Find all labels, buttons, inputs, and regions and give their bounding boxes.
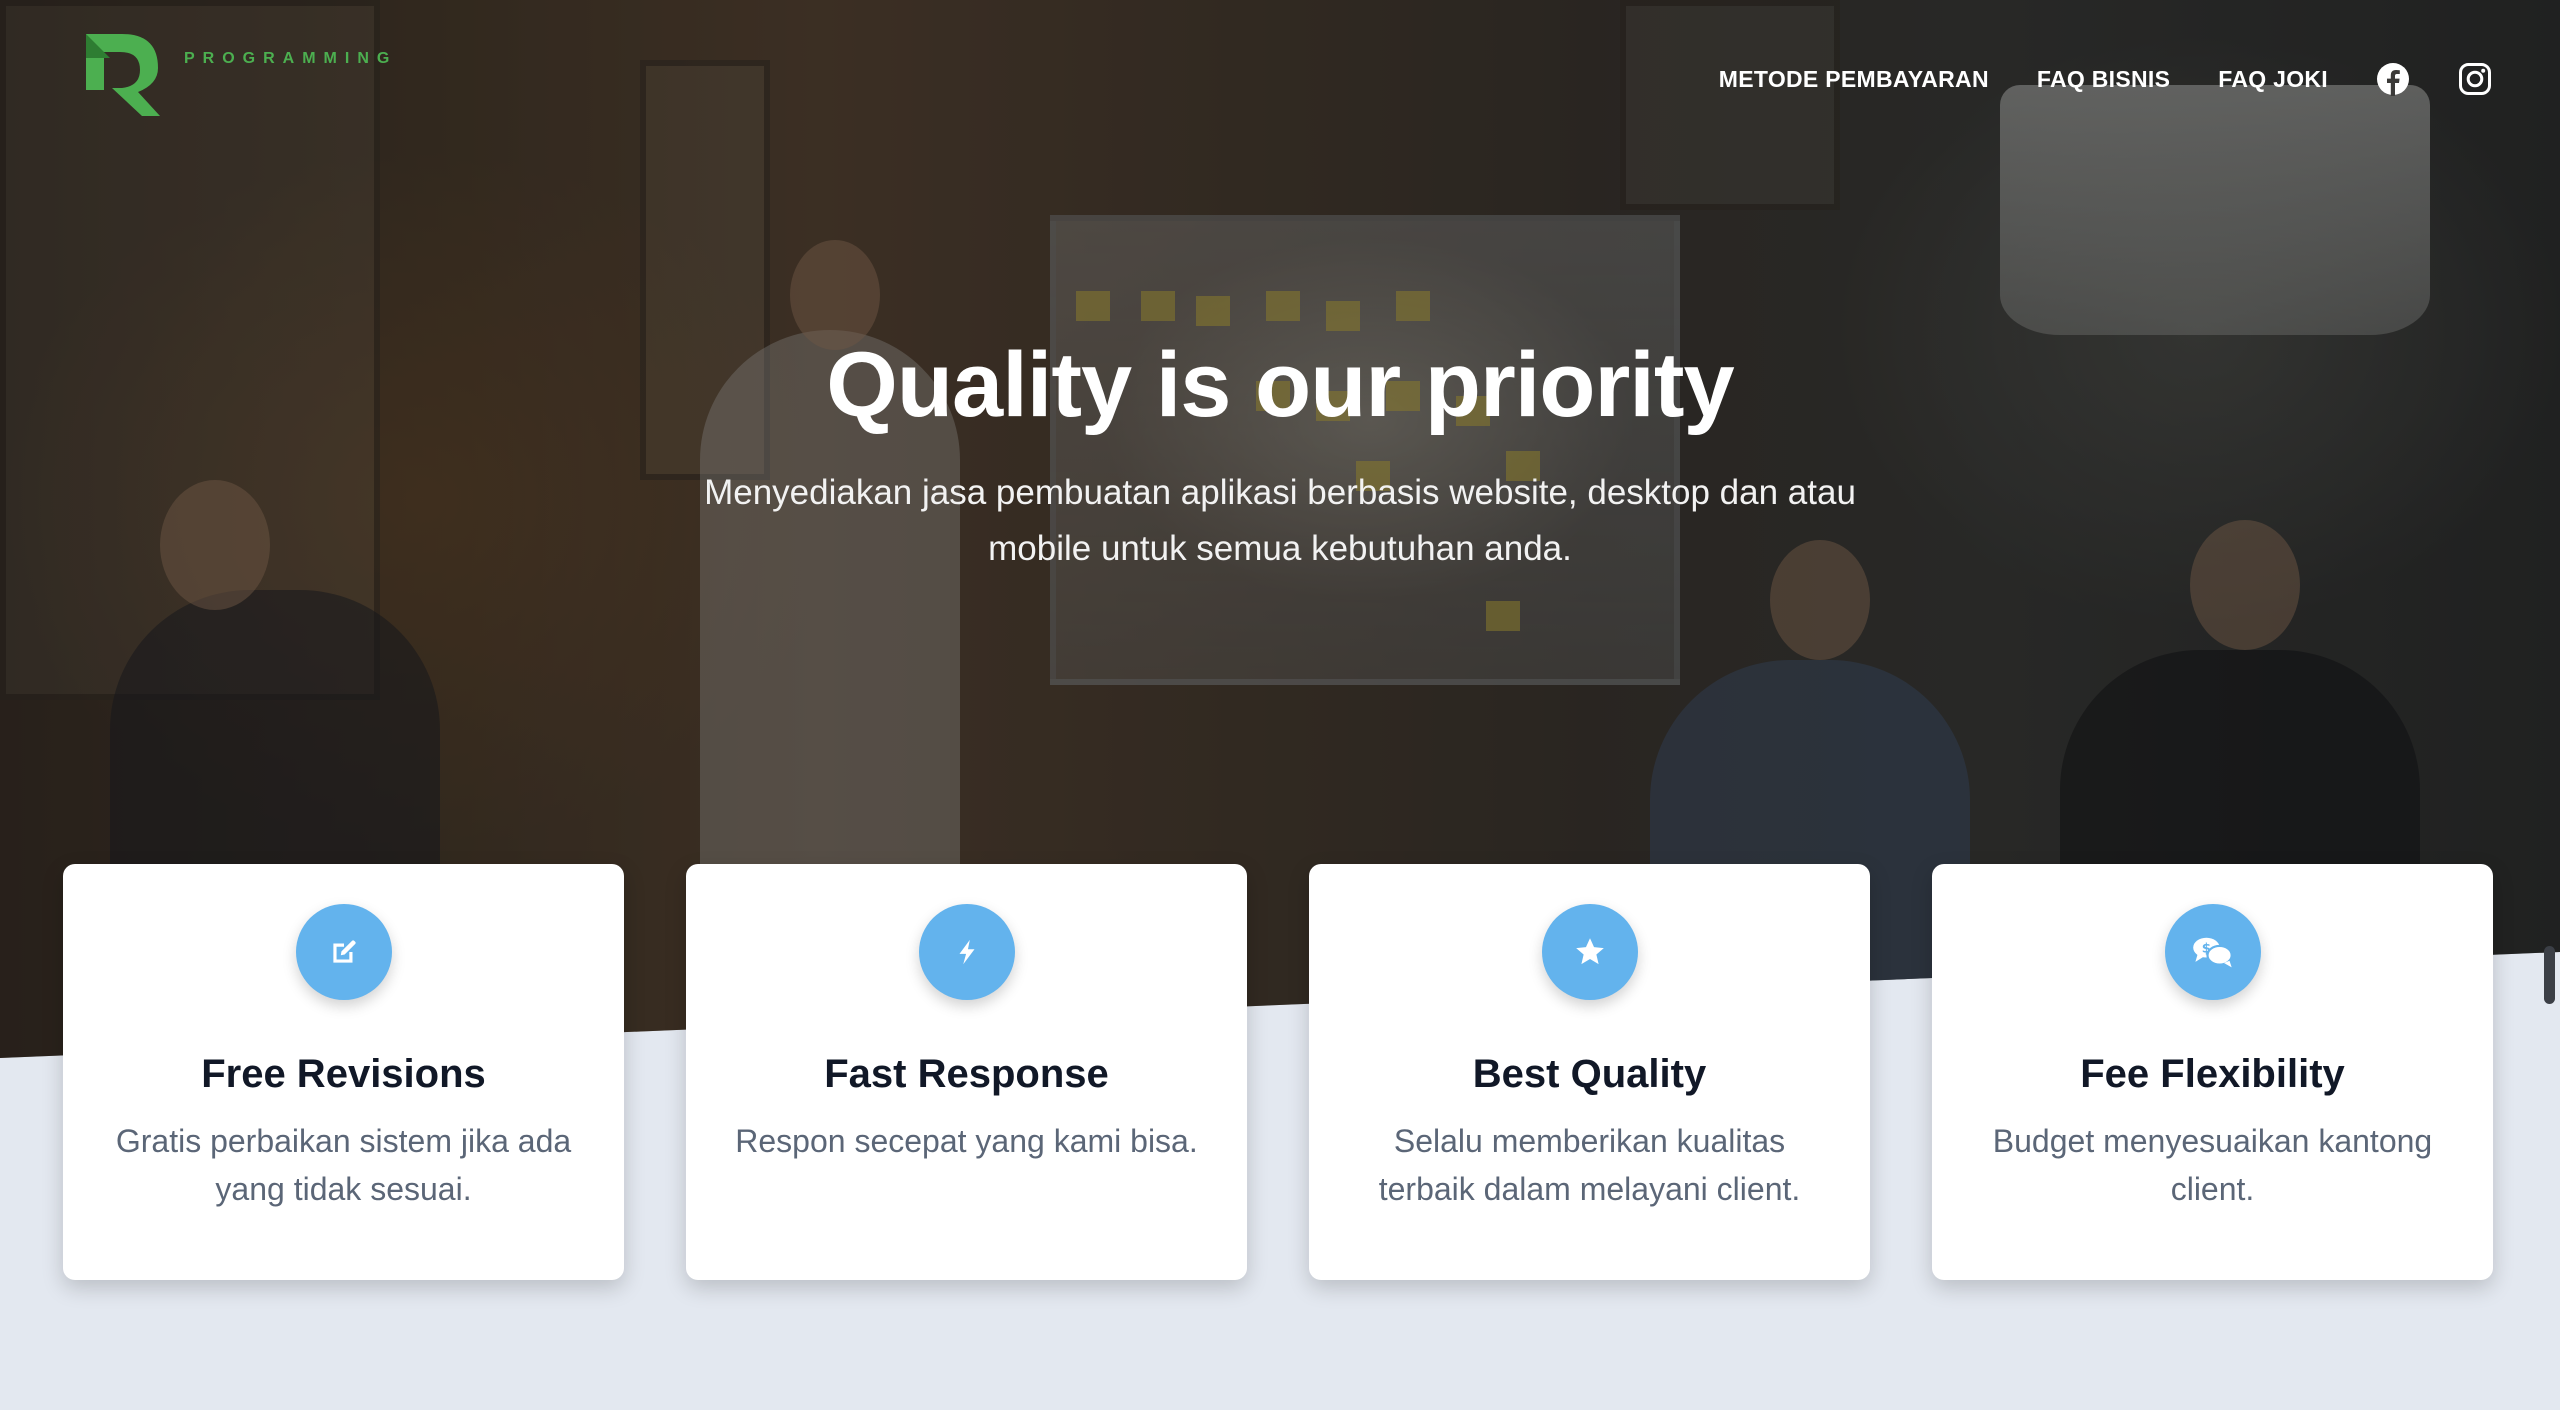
logo-text: PROGRAMMING (184, 50, 398, 67)
brand-logo[interactable]: PROGRAMMING (82, 28, 397, 118)
hero-subtitle: Menyediakan jasa pembuatan aplikasi berb… (704, 473, 1856, 568)
feature-text: Respon secepat yang kami bisa. (735, 1123, 1198, 1159)
star-icon (1541, 904, 1638, 1000)
scrollbar-thumb[interactable] (2544, 946, 2555, 1004)
chat-dollar-icon: $ (2164, 904, 2261, 1000)
feature-card-fast-response: Fast Response Respon secepat yang kami b… (686, 864, 1247, 1280)
feature-text: Gratis perbaikan sistem jika ada yang ti… (115, 1123, 572, 1207)
svg-text:$: $ (2201, 942, 2210, 957)
nav-link-metode-pembayaran[interactable]: METODE PEMBAYARAN (1719, 66, 1989, 93)
logo-mark-icon (86, 34, 160, 116)
feature-text: Selalu memberikan kualitas terbaik dalam… (1378, 1123, 1801, 1207)
nav-link-faq-bisnis[interactable]: FAQ BISNIS (2037, 66, 2170, 93)
hero-title: Quality is our priority (826, 334, 1734, 436)
feature-card-free-revisions: Free Revisions Gratis perbaikan sistem j… (63, 864, 624, 1280)
page-scrollbar[interactable] (2538, 0, 2560, 1410)
feature-title: Free Revisions (201, 1052, 486, 1096)
bolt-icon (918, 904, 1015, 1000)
facebook-icon[interactable] (2376, 62, 2410, 96)
feature-title: Fee Flexibility (2080, 1052, 2345, 1096)
feature-card-fee-flexibility: $ Fee Flexibility Budget menyesuaikan ka… (1932, 864, 2493, 1280)
top-nav: METODE PEMBAYARAN FAQ BISNIS FAQ JOKI (1719, 62, 2510, 96)
edit-icon (295, 904, 392, 1000)
feature-cards: Free Revisions Gratis perbaikan sistem j… (63, 864, 2493, 1280)
feature-title: Best Quality (1472, 1052, 1707, 1096)
instagram-icon[interactable] (2458, 62, 2492, 96)
feature-card-best-quality: Best Quality Selalu memberikan kualitas … (1309, 864, 1870, 1280)
nav-link-faq-joki[interactable]: FAQ JOKI (2218, 66, 2328, 93)
feature-title: Fast Response (824, 1052, 1109, 1096)
feature-text: Budget menyesuaikan kantong client. (1992, 1123, 2433, 1207)
